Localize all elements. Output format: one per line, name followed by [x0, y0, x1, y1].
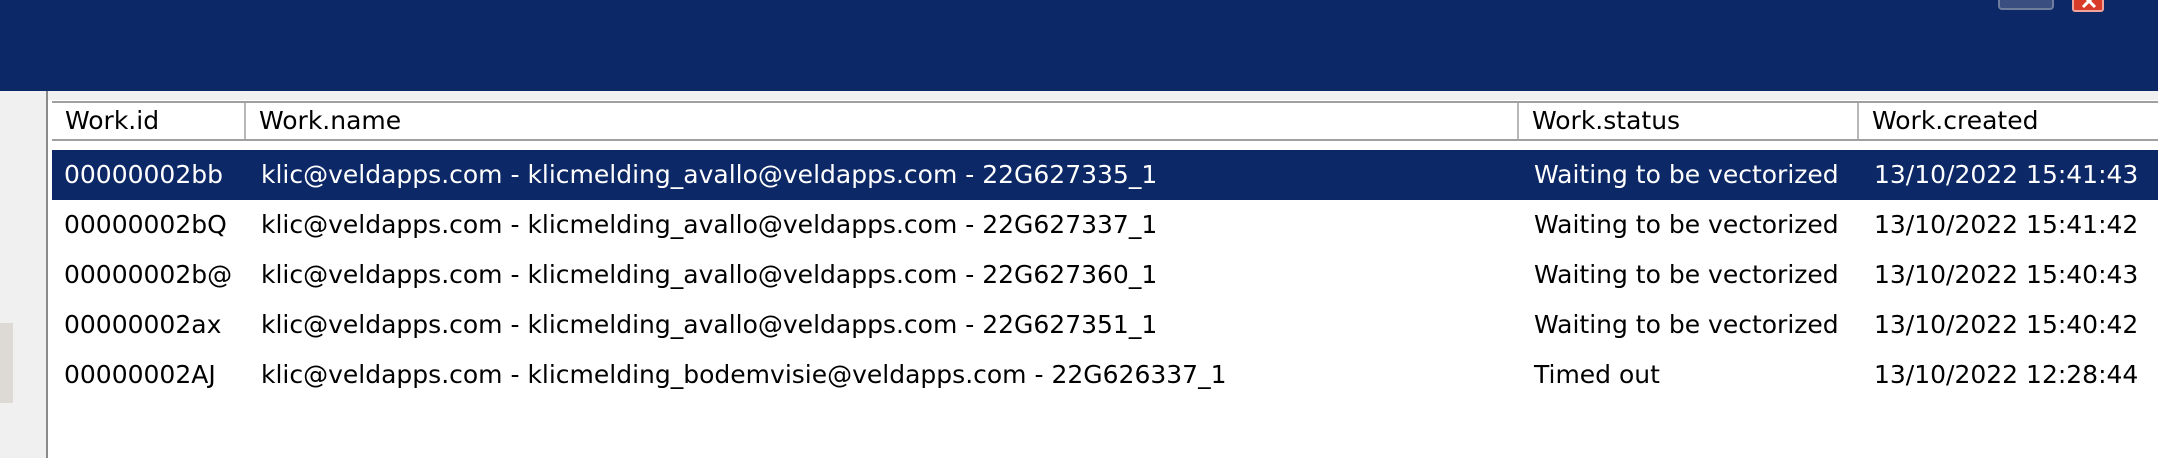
- cell-work-id: 00000002bb: [64, 160, 223, 189]
- cell-work-name: klic@veldapps.com - klicmelding_avallo@v…: [261, 210, 1158, 239]
- column-header-work-status[interactable]: Work.status: [1519, 103, 1859, 139]
- cell-work-status: Waiting to be vectorized: [1534, 210, 1839, 239]
- table-row[interactable]: 00000002b@ klic@veldapps.com - klicmeldi…: [52, 250, 2158, 300]
- cell-work-status: Waiting to be vectorized: [1534, 160, 1839, 189]
- left-panel: [0, 91, 46, 458]
- table-row[interactable]: 00000002bb klic@veldapps.com - klicmeldi…: [52, 150, 2158, 200]
- cell-work-id: 00000002b@: [64, 260, 233, 289]
- cell-work-created: 13/10/2022 15:41:42: [1874, 210, 2139, 239]
- window-titlebar: [0, 0, 2158, 91]
- column-header-work-id[interactable]: Work.id: [52, 103, 246, 139]
- cell-work-id: 00000002bQ: [64, 210, 227, 239]
- work-grid: Work.id Work.name Work.status Work.creat…: [46, 91, 2158, 458]
- cell-work-name: klic@veldapps.com - klicmelding_bodemvis…: [261, 360, 1227, 389]
- cell-work-name: klic@veldapps.com - klicmelding_avallo@v…: [261, 310, 1158, 339]
- cell-work-created: 13/10/2022 15:41:43: [1874, 160, 2139, 189]
- left-panel-scrollbar[interactable]: [0, 323, 13, 403]
- cell-work-status: Waiting to be vectorized: [1534, 310, 1839, 339]
- cell-work-id: 00000002ax: [64, 310, 222, 339]
- cell-work-name: klic@veldapps.com - klicmelding_avallo@v…: [261, 160, 1158, 189]
- cell-work-id: 00000002AJ: [64, 360, 216, 389]
- cell-work-status: Waiting to be vectorized: [1534, 260, 1839, 289]
- grid-top-strip: [48, 91, 2158, 100]
- cell-work-name: klic@veldapps.com - klicmelding_avallo@v…: [261, 260, 1158, 289]
- window-restore-icon[interactable]: [1998, 0, 2054, 10]
- cell-work-created: 13/10/2022 15:40:43: [1874, 260, 2139, 289]
- table-row[interactable]: 00000002AJ klic@veldapps.com - klicmeldi…: [52, 350, 2158, 400]
- column-header-work-name[interactable]: Work.name: [246, 103, 1519, 139]
- table-row[interactable]: 00000002bQ klic@veldapps.com - klicmeldi…: [52, 200, 2158, 250]
- column-header-work-created[interactable]: Work.created: [1859, 103, 2158, 139]
- window-close-icon[interactable]: [2072, 0, 2104, 12]
- cell-work-created: 13/10/2022 12:28:44: [1874, 360, 2139, 389]
- grid-header-row: Work.id Work.name Work.status Work.creat…: [52, 101, 2158, 141]
- cell-work-status: Timed out: [1534, 360, 1660, 389]
- cell-work-created: 13/10/2022 15:40:42: [1874, 310, 2139, 339]
- table-row[interactable]: 00000002ax klic@veldapps.com - klicmeldi…: [52, 300, 2158, 350]
